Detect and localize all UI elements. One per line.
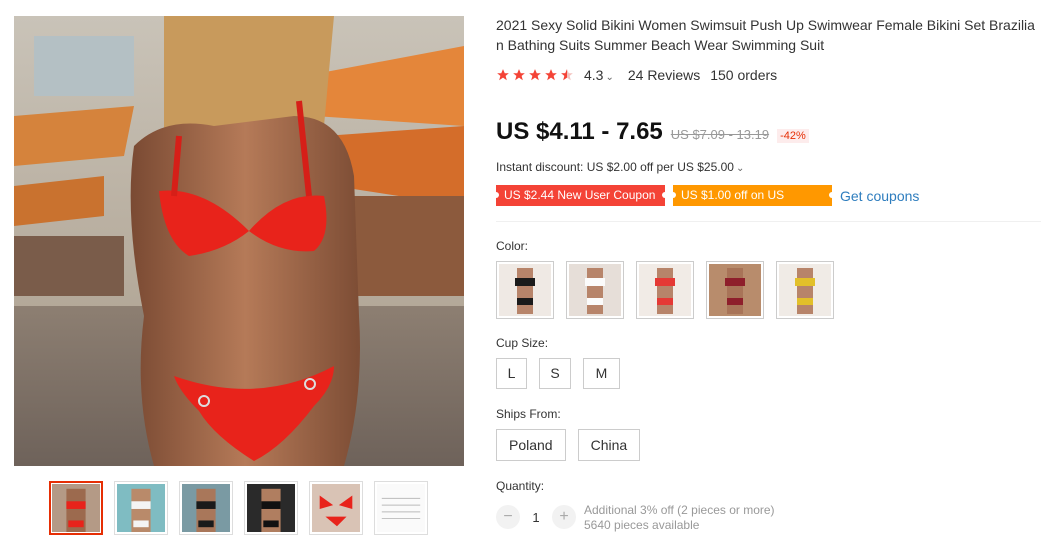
color-label: Color: <box>496 239 529 253</box>
product-title: 2021 Sexy Solid Bikini Women Swimsuit Pu… <box>496 17 1035 53</box>
ships-from-label: Ships From: <box>496 407 561 421</box>
price-row: US $4.11 - 7.65 US $7.09 - 13.19 -42% <box>496 118 809 146</box>
cup-size-options: L S M <box>496 358 632 389</box>
discount-badge: -42% <box>777 129 809 143</box>
stock-available: 5640 pieces available <box>584 518 700 532</box>
cup-size-option[interactable]: L <box>496 358 527 389</box>
color-option-white[interactable] <box>566 261 624 319</box>
star-icon <box>545 69 557 81</box>
quantity-decrease-button[interactable]: − <box>496 505 520 529</box>
chevron-down-icon: ⌄ <box>735 163 745 174</box>
bulk-discount-note: Additional 3% off (2 pieces or more) <box>584 503 775 517</box>
reviews-link[interactable]: 24 Reviews <box>628 67 700 83</box>
thumbnail-size-chart[interactable] <box>374 481 428 535</box>
thumbnail-white-bikini[interactable] <box>114 481 168 535</box>
thumbnail-red-bikini[interactable] <box>49 481 103 535</box>
chevron-down-icon: ⌄ <box>605 72 614 83</box>
orders-count: 150 orders <box>710 67 778 83</box>
thumbnail-black-bikini[interactable] <box>244 481 298 535</box>
rating-number: 4.3 <box>584 67 604 83</box>
quantity-value[interactable]: 1 <box>520 510 552 525</box>
instant-discount[interactable]: Instant discount: US $2.00 off per US $2… <box>496 160 744 174</box>
ships-from-options: Poland China <box>496 429 652 461</box>
main-product-image[interactable] <box>14 16 464 466</box>
current-price: US $4.11 - 7.65 <box>496 118 663 145</box>
divider <box>496 221 1041 222</box>
star-icon <box>529 69 541 81</box>
color-options <box>496 261 846 319</box>
star-half-icon <box>561 69 573 81</box>
original-price: US $7.09 - 13.19 <box>670 127 770 142</box>
thumbnail-black-bikini-beach[interactable] <box>179 481 233 535</box>
ships-from-option[interactable]: China <box>577 429 641 461</box>
store-coupon[interactable]: US $1.00 off on US $12.00 <box>670 185 835 223</box>
quantity-label: Quantity: <box>496 479 545 493</box>
instant-discount-text: Instant discount: US $2.00 off per US $2… <box>496 160 734 174</box>
rating-row: 4.3 ⌄ 24 Reviews 150 orders <box>496 66 777 84</box>
cup-size-label: Cup Size: <box>496 336 549 350</box>
color-option-red[interactable] <box>636 261 694 319</box>
cup-size-option[interactable]: M <box>583 358 620 389</box>
cup-size-option[interactable]: S <box>539 358 571 389</box>
quantity-stepper: − 1 + <box>496 505 576 529</box>
color-option-burgundy[interactable] <box>706 261 764 319</box>
thumbnail-red-bikini-flat[interactable] <box>309 481 363 535</box>
color-option-black[interactable] <box>496 261 554 319</box>
new-user-coupon[interactable]: US $2.44 New User Coupon <box>493 185 668 206</box>
rating-value[interactable]: 4.3 ⌄ <box>584 67 614 83</box>
thumbnail-strip <box>49 481 429 535</box>
quantity-note: Additional 3% off (2 pieces or more) 564… <box>584 503 775 533</box>
color-option-yellow[interactable] <box>776 261 834 319</box>
quantity-increase-button[interactable]: + <box>552 505 576 529</box>
rating-stars <box>496 68 576 82</box>
star-icon <box>497 69 509 81</box>
ships-from-option[interactable]: Poland <box>496 429 566 461</box>
coupon-row: US $2.44 New User Coupon US $1.00 off on… <box>493 185 919 223</box>
get-coupons-link[interactable]: Get coupons <box>840 188 919 204</box>
star-icon <box>513 69 525 81</box>
